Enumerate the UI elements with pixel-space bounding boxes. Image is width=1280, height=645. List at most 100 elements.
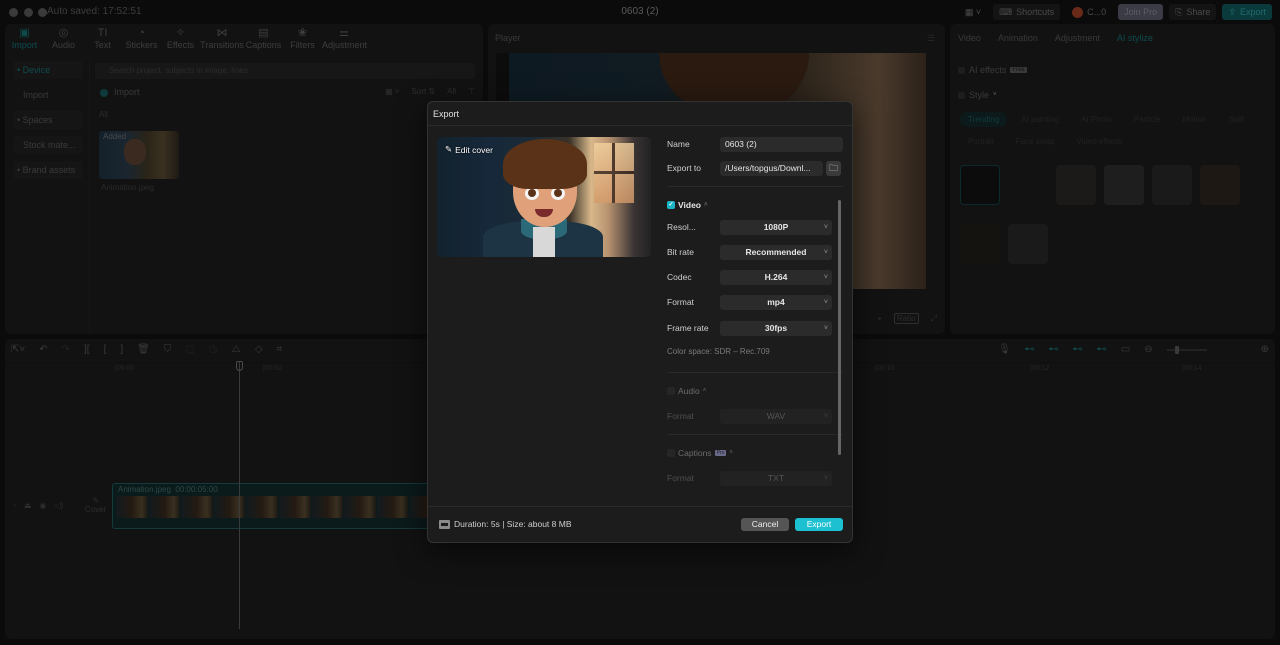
split-left-icon[interactable]: [ [104,344,107,355]
track-thumbnail-icon[interactable]: ▫ [13,501,16,510]
link-icon[interactable]: ⊷ [1025,344,1035,355]
grid-view-icon[interactable]: ▦ ˅ [385,87,399,96]
name-input[interactable]: 0603 (2) [720,137,843,152]
edit-cover-button[interactable]: ✎ Edit cover [445,144,493,155]
menu-icon[interactable]: ☰ [927,33,935,44]
redo-icon[interactable]: ↷ [62,344,70,355]
microphone-icon[interactable]: 🎙 [998,344,1011,355]
audio-section-toggle[interactable]: Audio ˄ [667,386,706,396]
export-button[interactable]: Export [795,518,843,531]
tool-effects[interactable]: ✧ Effects [161,24,200,54]
captions-format-select[interactable]: TXT ˅ [720,471,832,486]
join-pro-button[interactable]: Join Pro [1118,4,1164,20]
zoom-in-icon[interactable]: ⊕ [1261,344,1269,355]
tool-captions[interactable]: ▤ Captions [244,24,283,54]
user-account[interactable]: C...0 [1066,4,1112,20]
tool-filters[interactable]: ❀ Filters [283,24,322,54]
chevron-up-icon[interactable]: ˄ [729,450,733,456]
sidebar-item-import[interactable]: Import [13,86,83,104]
zoom-out-icon[interactable]: ⊖ [1144,344,1152,355]
split-icon[interactable]: ][ [84,344,90,355]
shield-icon[interactable]: ⛉ [164,344,172,355]
tool-import[interactable]: ▣ Import [5,24,44,54]
tab-ai-stylize[interactable]: AI stylize [1117,33,1153,43]
style-card[interactable] [1104,165,1144,205]
rotate-icon[interactable]: ◇ [255,344,263,355]
sidebar-item-brand-assets[interactable]: • Brand assets [13,161,83,179]
captions-section-toggle[interactable]: Captions Pro ˄ [667,448,733,458]
folder-icon[interactable]: 🗀 [826,161,841,176]
sidebar-item-device[interactable]: • Device [13,61,83,79]
style-card[interactable] [1008,165,1048,205]
snapshot-icon[interactable]: ⌖ [877,314,882,324]
import-plus-icon[interactable] [100,88,108,97]
chip-portrait[interactable]: Portrait [960,134,1002,149]
layout-button[interactable]: ▦ ˅ [959,4,987,20]
audio-checkbox[interactable] [667,387,675,395]
style-card[interactable] [1152,165,1192,205]
ai-effects-toggle[interactable]: AI effects Free [958,65,1027,75]
video-checkbox[interactable]: ✓ [667,201,675,209]
format-select[interactable]: mp4 ˅ [720,295,832,310]
preview-icon[interactable]: ▭ [1121,344,1130,355]
speed-icon[interactable]: ◷ [209,344,218,355]
chip-ai-painting[interactable]: AI painting [1013,112,1067,127]
tab-video[interactable]: Video [958,33,981,43]
import-button[interactable]: Import [114,87,140,97]
share-button[interactable]: ⎘ Share [1169,4,1217,20]
filter-icon[interactable]: ⊤ [468,87,475,96]
cover-button[interactable]: ✎ Cover [85,496,106,514]
tool-audio[interactable]: ◎ Audio [44,24,83,54]
zoom-slider-knob[interactable] [1174,345,1179,354]
mirror-icon[interactable]: ⧍ [232,344,241,355]
codec-select[interactable]: H.264 ˅ [720,270,832,285]
mute-icon[interactable]: ◁) [54,501,63,510]
playhead-handle[interactable] [236,361,243,371]
media-thumbnail[interactable]: Added [99,131,179,179]
playhead-line[interactable] [239,361,240,629]
resolution-select[interactable]: 1080P ˅ [720,220,832,235]
audio-format-select[interactable]: WAV ˅ [720,409,832,424]
cancel-button[interactable]: Cancel [741,518,789,531]
video-clip[interactable]: Animation.jpeg 00:00:05:00 [112,483,442,529]
undo-icon[interactable]: ↶ [39,344,47,355]
sidebar-item-spaces[interactable]: • Spaces [13,111,83,129]
style-card[interactable] [1200,165,1240,205]
chip-particle[interactable]: Particle [1126,112,1169,127]
align-icon[interactable]: ⊷ [1097,344,1107,355]
filter-all-button[interactable]: All [447,87,456,96]
style-card[interactable] [1008,224,1048,264]
split-right-icon[interactable]: ] [120,344,123,355]
tool-transitions[interactable]: ⋈ Transitions [200,24,244,54]
bitrate-select[interactable]: Recommended ˅ [720,245,832,260]
magnet-icon[interactable]: ⊷ [1049,344,1059,355]
style-checkbox[interactable] [958,91,965,99]
shortcuts-button[interactable]: ⌨ Shortcuts [993,4,1061,20]
tool-text[interactable]: TI Text [83,24,122,54]
style-none[interactable] [960,165,1000,205]
captions-checkbox[interactable] [667,449,675,457]
chevron-up-icon[interactable]: ˄ [703,388,707,394]
style-card[interactable] [960,224,1000,264]
fullscreen-icon[interactable]: ⤢ [931,314,937,324]
chip-trending[interactable]: Trending [960,112,1008,127]
chip-motion[interactable]: Motion [1174,112,1214,127]
sort-button[interactable]: Sort ⇅ [412,87,436,96]
freeze-icon[interactable]: ▢ [185,344,194,355]
tool-stickers[interactable]: ◔ Stickers [122,24,161,54]
tab-adjustment[interactable]: Adjustment [1055,33,1100,43]
lock-icon[interactable]: ⏏ [24,501,32,510]
export-path-input[interactable]: /Users/topgus/Downl... [720,161,823,176]
tool-adjustment[interactable]: ⚌ Adjustment [322,24,367,54]
ratio-button[interactable]: Ratio [893,313,919,324]
framerate-select[interactable]: 30fps ˅ [720,321,832,336]
tab-animation[interactable]: Animation [998,33,1038,43]
delete-icon[interactable]: 🗑 [137,344,150,355]
chevron-up-icon[interactable]: ˄ [704,202,708,208]
style-toggle[interactable]: Style ˅ [958,90,997,100]
cover-preview[interactable]: ✎ Edit cover [437,137,651,257]
sidebar-item-stock[interactable]: Stock mate... [13,136,83,154]
chip-split[interactable]: Split [1220,112,1252,127]
ai-effects-checkbox[interactable] [958,66,965,74]
video-section-toggle[interactable]: ✓ Video ˄ [667,200,708,210]
